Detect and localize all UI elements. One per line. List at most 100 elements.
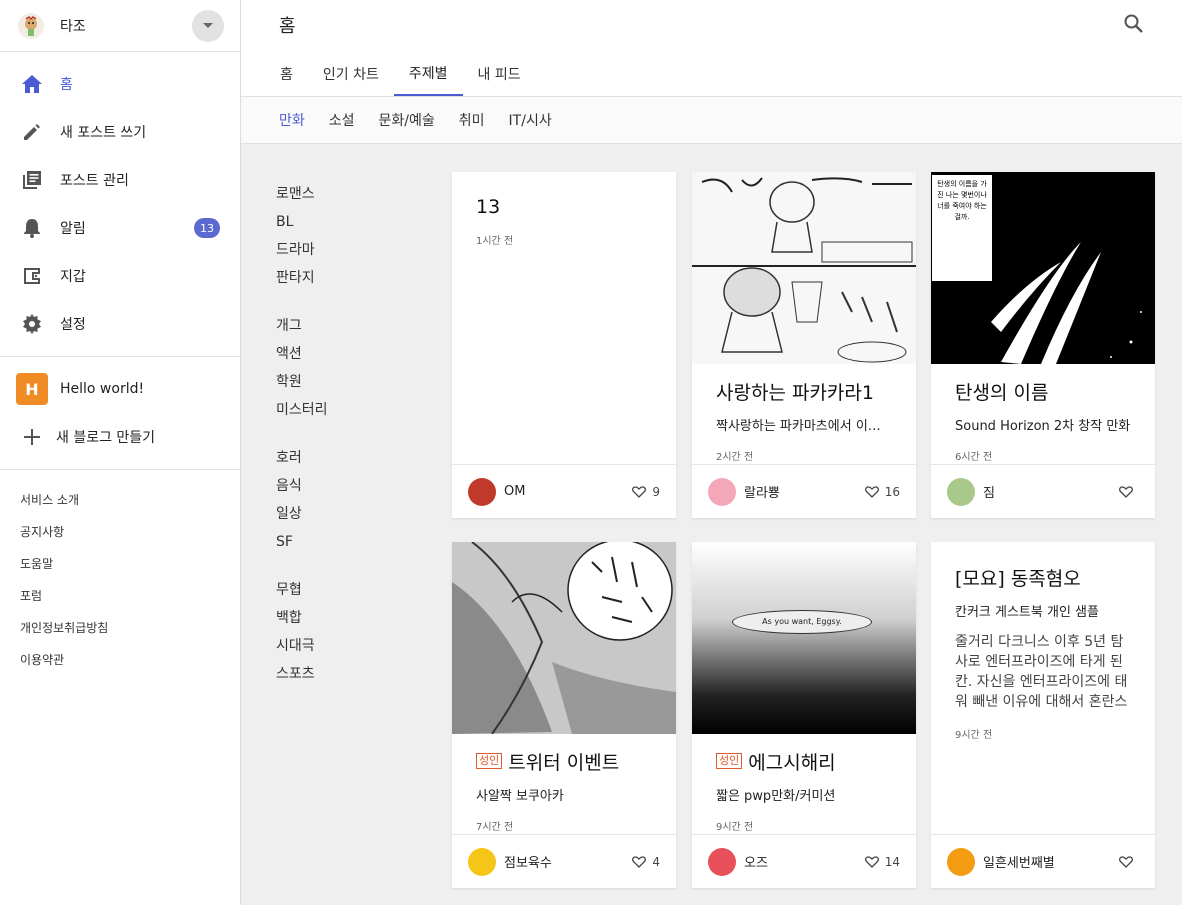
author-avatar[interactable] <box>947 847 975 876</box>
tab-home[interactable]: 홈 <box>265 52 308 96</box>
sidebar-item-new-post[interactable]: 새 포스트 쓰기 <box>0 108 240 156</box>
caret-down-icon <box>203 22 213 28</box>
card-subtitle: 짧은 pwp만화/커미션 <box>716 789 836 804</box>
subtab-it[interactable]: IT/시사 <box>497 110 564 130</box>
category-item[interactable]: 무협 <box>276 576 396 604</box>
category-item[interactable]: 액션 <box>276 340 396 368</box>
link-about[interactable]: 서비스 소개 <box>0 484 240 516</box>
like-button[interactable]: 14 <box>864 855 900 869</box>
category-item[interactable]: 판타지 <box>276 264 396 292</box>
sidebar-item-label: 알림 <box>60 221 86 237</box>
tab-popular[interactable]: 인기 차트 <box>308 52 394 96</box>
footer-links: 서비스 소개 공지사항 도움말 포럼 개인정보취급방침 이용약관 <box>0 470 240 676</box>
category-item[interactable]: 개그 <box>276 312 396 340</box>
category-group: 개그 액션 학원 미스터리 <box>276 312 396 424</box>
new-blog-button[interactable]: 새 블로그 만들기 <box>0 413 240 461</box>
sidebar-item-settings[interactable]: 설정 <box>0 300 240 348</box>
sidebar-item-notifications[interactable]: 알림 13 <box>0 204 240 252</box>
card-time: 9시간 전 <box>716 822 754 833</box>
post-card[interactable]: [모요] 동족혐오 칸커크 게스트북 개인 샘플 줄거리 다크니스 이후 5년 … <box>931 542 1155 888</box>
category-group: 호러 음식 일상 SF <box>276 444 396 556</box>
new-blog-label: 새 블로그 만들기 <box>56 430 156 446</box>
author-name[interactable]: 점보육수 <box>504 852 632 871</box>
card-time: 1시간 전 <box>476 236 514 247</box>
page-title: 홈 <box>279 16 296 37</box>
tab-my-feed[interactable]: 내 피드 <box>463 52 536 96</box>
sidebar: 타조 홈 새 포스트 쓰기 포스트 관리 알림 13 지갑 설정 H Hello… <box>0 0 241 905</box>
card-time: 6시간 전 <box>955 452 993 463</box>
author-name[interactable]: 오즈 <box>744 852 865 871</box>
category-item[interactable]: 백합 <box>276 604 396 632</box>
category-item[interactable]: 로맨스 <box>276 180 396 208</box>
category-item[interactable]: 미스터리 <box>276 396 396 424</box>
card-body: 성인 에그시해리 짧은 pwp만화/커미션 9시간 전 <box>692 748 916 833</box>
blog-item[interactable]: H Hello world! <box>0 365 240 413</box>
heart-icon <box>864 855 879 868</box>
wallet-icon <box>20 264 44 288</box>
category-item[interactable]: 음식 <box>276 472 396 500</box>
author-avatar[interactable] <box>708 477 736 506</box>
avatar[interactable] <box>18 12 44 39</box>
subtab-culture[interactable]: 문화/예술 <box>367 110 447 130</box>
main-tabs: 홈 인기 차트 주제별 내 피드 <box>265 52 536 96</box>
subtab-comics[interactable]: 만화 <box>267 110 317 130</box>
search-button[interactable] <box>1122 12 1146 36</box>
notification-badge: 13 <box>194 218 220 238</box>
like-button[interactable] <box>1119 485 1139 498</box>
like-button[interactable]: 9 <box>632 485 660 499</box>
card-footer: 랄라뿅 16 <box>692 464 916 518</box>
author-avatar[interactable] <box>468 847 496 876</box>
sidebar-item-home[interactable]: 홈 <box>0 60 240 108</box>
author-name[interactable]: 랄라뿅 <box>744 482 865 501</box>
link-help[interactable]: 도움말 <box>0 548 240 580</box>
category-item[interactable]: SF <box>276 528 396 556</box>
subtab-hobby[interactable]: 취미 <box>447 110 497 130</box>
sidebar-item-wallet[interactable]: 지갑 <box>0 252 240 300</box>
card-title: 성인 에그시해리 <box>716 748 892 775</box>
link-privacy[interactable]: 개인정보취급방침 <box>0 612 240 644</box>
gear-icon <box>20 312 44 336</box>
like-button[interactable]: 4 <box>632 855 660 869</box>
author-avatar[interactable] <box>947 477 975 506</box>
post-card[interactable]: 탄생의 이름을 가진 나는 몇번이나 너를 죽여야 하는걸까. 탄생의 이름 S… <box>931 172 1155 518</box>
heart-icon <box>632 485 647 498</box>
author-avatar[interactable] <box>468 477 496 506</box>
category-item[interactable]: 드라마 <box>276 236 396 264</box>
post-card[interactable]: 성인 트위터 이벤트 사알짝 보쿠아카 7시간 전 점보육수 4 <box>452 542 676 888</box>
post-card[interactable]: 사랑하는 파카카라1 짝사랑하는 파카마츠에서 이어집니다. 2시간 전 랄라뿅… <box>692 172 916 518</box>
pencil-icon <box>20 120 44 144</box>
author-name[interactable]: OM <box>504 484 632 499</box>
subtab-novels[interactable]: 소설 <box>317 110 367 130</box>
post-card[interactable]: 13 1시간 전 OM 9 <box>452 172 676 518</box>
card-title: 13 <box>476 196 501 218</box>
like-button[interactable]: 16 <box>864 485 900 499</box>
sidebar-item-manage-posts[interactable]: 포스트 관리 <box>0 156 240 204</box>
category-item[interactable]: 시대극 <box>276 632 396 660</box>
card-title-text: 에그시해리 <box>748 752 836 774</box>
author-name[interactable]: 일흔세번째별 <box>983 852 1119 871</box>
category-item[interactable]: 호러 <box>276 444 396 472</box>
category-item[interactable]: 학원 <box>276 368 396 396</box>
adult-badge: 성인 <box>476 752 503 769</box>
account-dropdown-button[interactable] <box>192 9 224 42</box>
link-forum[interactable]: 포럼 <box>0 580 240 612</box>
category-group: 로맨스 BL 드라마 판타지 <box>276 180 396 292</box>
category-item[interactable]: 스포츠 <box>276 660 396 688</box>
card-body: 13 1시간 전 <box>452 196 676 247</box>
username: 타조 <box>60 18 86 35</box>
category-item[interactable]: BL <box>276 208 396 236</box>
thumbnail-speech-bubble: As you want, Eggsy. <box>732 610 872 634</box>
author-avatar[interactable] <box>708 847 736 876</box>
card-title: [모요] 동족혐오 <box>955 568 1081 590</box>
post-card[interactable]: As you want, Eggsy. 성인 에그시해리 짧은 pwp만화/커미션… <box>692 542 916 888</box>
card-subtitle: Sound Horizon 2차 창작 만화 <box>955 419 1131 434</box>
tab-topics[interactable]: 주제별 <box>393 52 463 96</box>
card-footer: OM 9 <box>452 464 676 518</box>
card-subtitle: 짝사랑하는 파카마츠에서 이어집니다. <box>716 419 892 434</box>
link-notices[interactable]: 공지사항 <box>0 516 240 548</box>
category-item[interactable]: 일상 <box>276 500 396 528</box>
card-thumbnail: 탄생의 이름을 가진 나는 몇번이나 너를 죽여야 하는걸까. <box>931 172 1155 364</box>
author-name[interactable]: 짐 <box>983 482 1119 501</box>
link-terms[interactable]: 이용약관 <box>0 644 240 676</box>
like-button[interactable] <box>1119 855 1139 868</box>
